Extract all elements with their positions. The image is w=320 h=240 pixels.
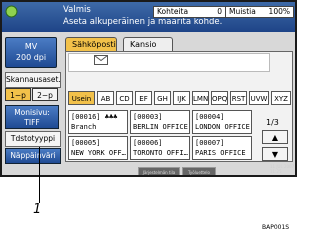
index-tab-ab[interactable]: AB bbox=[97, 91, 114, 105]
scroll-up-button[interactable]: ▲ bbox=[262, 130, 288, 144]
file-type-button[interactable]: Monisivu: TIFF bbox=[5, 105, 59, 129]
entry-name: PARIS OFFICE bbox=[195, 149, 246, 157]
index-tab-xyz[interactable]: XYZ bbox=[271, 91, 291, 105]
scan-settings-button[interactable]: Skannausaset. bbox=[5, 72, 61, 88]
group-icon: ♣♣♣ bbox=[104, 113, 118, 121]
destination-entry[interactable]: [00003] BERLIN OFFICE bbox=[130, 110, 190, 134]
index-tab-uvw[interactable]: UVW bbox=[249, 91, 269, 105]
entry-name: TORONTO OFFI… bbox=[133, 149, 188, 157]
touch-screen: Valmis Aseta alkuperäinen ja määritä koh… bbox=[2, 2, 295, 175]
device-frame: Valmis Aseta alkuperäinen ja määritä koh… bbox=[0, 0, 297, 177]
status-instruction: Aseta alkuperäinen ja määritä kohde. bbox=[63, 17, 223, 27]
entry-number: [00005] bbox=[71, 139, 101, 147]
index-tab-gh[interactable]: GH bbox=[154, 91, 171, 105]
memory-counter: Muistia 100% bbox=[225, 6, 294, 18]
destination-entry[interactable]: [00005] NEW YORK OFF… bbox=[68, 136, 128, 160]
file-name-button[interactable]: Tdstotyyppi bbox=[5, 131, 61, 147]
callout-number: 1 bbox=[33, 202, 42, 217]
index-tab-frequent[interactable]: Usein bbox=[68, 91, 95, 105]
entry-number: [00016] bbox=[71, 113, 101, 121]
job-list-button[interactable]: Työluettelo bbox=[182, 167, 216, 175]
originals-counter: Kohteita 0 bbox=[153, 6, 226, 18]
index-tab-ef[interactable]: EF bbox=[135, 91, 152, 105]
status-message: Valmis bbox=[63, 5, 91, 15]
entry-name: LONDON OFFICE bbox=[195, 123, 250, 131]
originals-label: Kohteita bbox=[157, 7, 189, 16]
destination-entry[interactable]: [00004] LONDON OFFICE bbox=[192, 110, 252, 134]
ready-icon bbox=[5, 5, 18, 18]
index-tab-ijk[interactable]: IJK bbox=[173, 91, 190, 105]
index-tab-cd[interactable]: CD bbox=[116, 91, 133, 105]
entry-name: Branch bbox=[71, 123, 97, 131]
file-type-label: Monisivu: bbox=[14, 108, 50, 117]
page-indicator: 1/3 bbox=[266, 118, 279, 127]
destination-entry[interactable]: [00006] TORONTO OFFI… bbox=[130, 136, 190, 160]
callout-leader-line bbox=[39, 147, 40, 203]
entry-number: [00004] bbox=[195, 113, 225, 121]
figure-code: BAP001S bbox=[262, 224, 290, 231]
memory-value: 100% bbox=[268, 7, 290, 16]
file-type-value: TIFF bbox=[24, 118, 40, 127]
index-tab-rst[interactable]: RST bbox=[230, 91, 247, 105]
one-sided-button[interactable]: 1−p bbox=[5, 88, 31, 101]
entry-name: NEW YORK OFF… bbox=[71, 149, 126, 157]
originals-value: 0 bbox=[217, 7, 222, 16]
tab-email[interactable]: Sähköposti bbox=[65, 37, 117, 51]
scan-mode-type: MV bbox=[24, 42, 38, 51]
destination-entry[interactable]: [00007] PARIS OFFICE bbox=[192, 136, 252, 160]
system-status-button[interactable]: Järjestelmän tila bbox=[138, 167, 180, 175]
memory-label: Muistia bbox=[229, 7, 256, 16]
envelope-icon bbox=[94, 55, 108, 65]
date-time: 11 JUL 2007 11:25 bbox=[270, 164, 294, 174]
entry-number: [00003] bbox=[133, 113, 163, 121]
entry-number: [00006] bbox=[133, 139, 163, 147]
current-time: 11:25 bbox=[270, 169, 282, 174]
two-sided-button[interactable]: 2−p bbox=[32, 88, 58, 101]
status-bar: Valmis Aseta alkuperäinen ja määritä koh… bbox=[2, 2, 295, 32]
index-tab-opq[interactable]: OPQ bbox=[211, 91, 228, 105]
key-color-button[interactable]: Näppäinväri bbox=[5, 148, 61, 164]
scan-resolution: 200 dpi bbox=[15, 53, 47, 62]
index-tab-lmn[interactable]: LMN bbox=[192, 91, 209, 105]
destination-entry[interactable]: [00016] ♣♣♣ Branch bbox=[68, 110, 128, 134]
entry-name: BERLIN OFFICE bbox=[133, 123, 188, 131]
scroll-down-button[interactable]: ▼ bbox=[262, 147, 288, 161]
tab-folder[interactable]: Kansio bbox=[123, 37, 173, 51]
entry-number: [00007] bbox=[195, 139, 225, 147]
scan-mode-button[interactable]: MV 200 dpi bbox=[5, 37, 57, 68]
